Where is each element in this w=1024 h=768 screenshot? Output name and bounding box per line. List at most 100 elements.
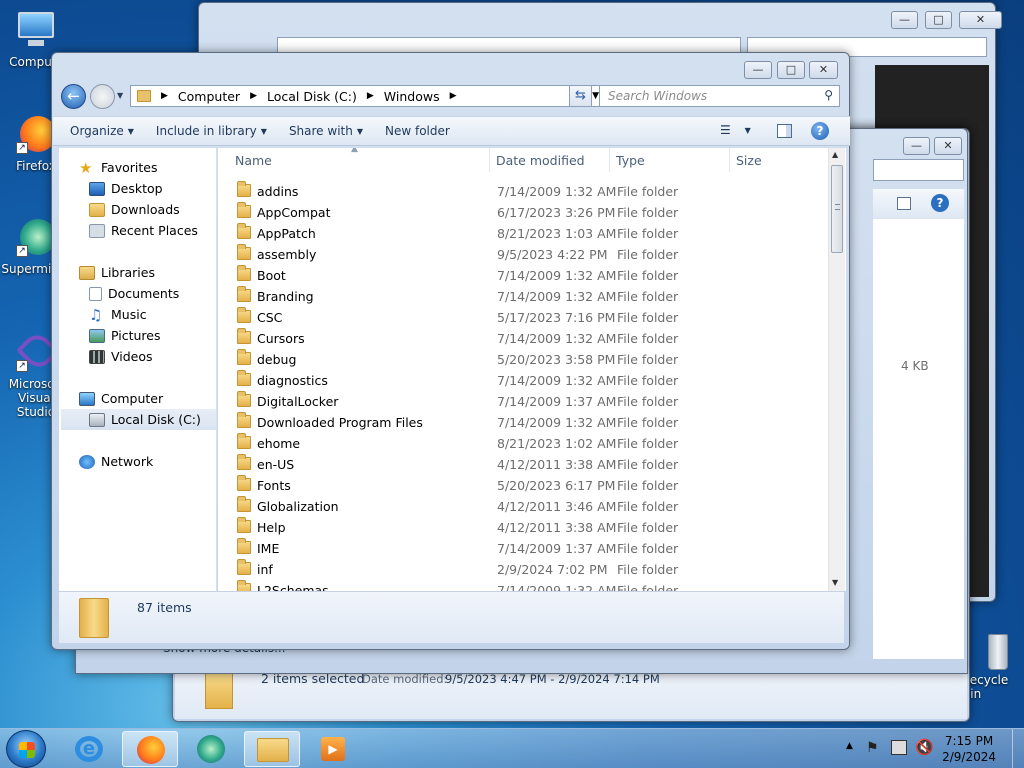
address-bar[interactable]: ▶ Computer ▶ Local Disk (C:) ▶ Windows ▶… bbox=[130, 85, 616, 107]
table-row[interactable]: ehome 8/21/2023 1:02 AM File folder bbox=[218, 433, 828, 454]
taskbar-internet-explorer[interactable]: e bbox=[61, 731, 117, 767]
taskbar-supermium[interactable] bbox=[183, 731, 239, 767]
scroll-down-icon[interactable]: ▼ bbox=[832, 578, 838, 587]
close-button[interactable]: ✕ bbox=[959, 11, 1002, 29]
table-row[interactable]: AppCompat 6/17/2023 3:26 PM File folder bbox=[218, 202, 828, 223]
preview-pane-button[interactable] bbox=[777, 124, 792, 138]
table-row[interactable]: Cursors 7/14/2009 1:32 AM File folder bbox=[218, 328, 828, 349]
nav-downloads-label: Downloads bbox=[111, 202, 180, 217]
column-name-label: Name bbox=[235, 152, 272, 168]
minimize-button[interactable]: — bbox=[744, 61, 772, 79]
close-button[interactable]: ✕ bbox=[934, 137, 962, 155]
table-row[interactable]: Boot 7/14/2009 1:32 AM File folder bbox=[218, 265, 828, 286]
table-row[interactable]: addins 7/14/2009 1:32 AM File folder bbox=[218, 181, 828, 202]
file-date-modified: 5/20/2023 6:17 PM bbox=[497, 478, 616, 493]
nav-local-disk[interactable]: Local Disk (C:) bbox=[61, 409, 216, 430]
folder-icon bbox=[237, 496, 251, 512]
column-header-name[interactable]: Name ▲ bbox=[218, 148, 490, 172]
table-row[interactable]: IME 7/14/2009 1:37 AM File folder bbox=[218, 538, 828, 559]
table-row[interactable]: Downloaded Program Files 7/14/2009 1:32 A… bbox=[218, 412, 828, 433]
share-with-button[interactable]: Share with ▼ bbox=[281, 124, 371, 138]
nav-favorites[interactable]: ★ Favorites bbox=[79, 157, 237, 178]
column-header-date-modified[interactable]: Date modified bbox=[491, 148, 610, 172]
clock[interactable]: 7:15 PM 2/9/2024 bbox=[942, 733, 996, 765]
include-in-library-button[interactable]: Include in library ▼ bbox=[148, 124, 275, 138]
nav-computer[interactable]: Computer bbox=[79, 388, 237, 409]
refresh-button[interactable]: ⇆ bbox=[569, 85, 592, 107]
new-folder-button[interactable]: New folder bbox=[377, 124, 458, 138]
maximize-button[interactable]: □ bbox=[777, 61, 805, 79]
table-row[interactable]: L2Schemas 7/14/2009 1:32 AM File folder bbox=[218, 580, 828, 591]
file-type: File folder bbox=[617, 541, 679, 556]
column-header-size[interactable]: Size bbox=[731, 148, 829, 172]
change-view-button[interactable]: ☰ ▼ bbox=[720, 123, 760, 141]
close-button[interactable]: ✕ bbox=[809, 61, 838, 79]
table-row[interactable]: inf 2/9/2024 7:02 PM File folder bbox=[218, 559, 828, 580]
preview-pane-icon[interactable] bbox=[897, 197, 911, 210]
shortcut-arrow-icon: ↗ bbox=[16, 360, 28, 372]
breadcrumb-computer[interactable]: Computer bbox=[178, 89, 240, 104]
column-header-type[interactable]: Type bbox=[611, 148, 730, 172]
file-date-modified: 5/20/2023 3:58 PM bbox=[497, 352, 616, 367]
forward-button[interactable] bbox=[90, 84, 115, 109]
network-tray-icon[interactable] bbox=[891, 740, 907, 755]
table-row[interactable]: DigitalLocker 7/14/2009 1:37 AM File folde… bbox=[218, 391, 828, 412]
table-row[interactable]: AppPatch 8/21/2023 1:03 AM File folder bbox=[218, 223, 828, 244]
file-date-modified: 5/17/2023 7:16 PM bbox=[497, 310, 616, 325]
table-row[interactable]: Globalization 4/12/2011 3:46 AM File folde… bbox=[218, 496, 828, 517]
nav-recent-places-label: Recent Places bbox=[111, 223, 198, 238]
search-input[interactable] bbox=[873, 159, 964, 181]
folder-icon bbox=[237, 391, 251, 407]
show-hidden-icons-button[interactable]: ▲ bbox=[846, 741, 853, 751]
table-row[interactable]: debug 5/20/2023 3:58 PM File folder bbox=[218, 349, 828, 370]
table-row[interactable]: Branding 7/14/2009 1:32 AM File folder bbox=[218, 286, 828, 307]
downloads-folder-icon bbox=[89, 202, 105, 217]
maximize-button[interactable]: □ bbox=[925, 11, 952, 29]
search-input[interactable]: Search Windows ⚲ bbox=[599, 85, 840, 107]
show-desktop-button[interactable] bbox=[1012, 729, 1024, 768]
help-icon[interactable]: ? bbox=[811, 122, 829, 140]
taskbar-media-player[interactable]: ▶ bbox=[305, 731, 361, 767]
vertical-scrollbar[interactable]: ▲ ▼ bbox=[828, 148, 845, 591]
taskbar-firefox[interactable] bbox=[122, 731, 178, 767]
action-center-flag-icon[interactable]: ⚑ bbox=[866, 740, 879, 756]
chevron-down-icon: ▼ bbox=[744, 126, 751, 135]
back-button[interactable]: ← bbox=[61, 84, 86, 109]
scroll-up-icon[interactable]: ▲ bbox=[832, 150, 838, 159]
folder-icon bbox=[237, 181, 251, 197]
volume-muted-icon[interactable]: 🔇 bbox=[915, 738, 934, 756]
nav-network[interactable]: Network bbox=[79, 451, 237, 472]
nav-network-label: Network bbox=[101, 454, 154, 469]
organize-button[interactable]: Organize ▼ bbox=[62, 124, 142, 138]
command-bar: ? bbox=[873, 189, 964, 219]
file-size: 4 KB bbox=[901, 359, 929, 373]
scroll-thumb[interactable] bbox=[831, 165, 843, 253]
table-row[interactable]: Fonts 5/20/2023 6:17 PM File folder bbox=[218, 475, 828, 496]
explorer-window[interactable]: — □ ✕ ← ▼ ▶ Computer ▶ Local Disk (C:) ▶… bbox=[51, 52, 850, 650]
table-row[interactable]: assembly 9/5/2023 4:22 PM File folder bbox=[218, 244, 828, 265]
nav-desktop-label: Desktop bbox=[111, 181, 163, 196]
file-type: File folder bbox=[617, 562, 679, 577]
table-row[interactable]: diagnostics 7/14/2009 1:32 AM File folder bbox=[218, 370, 828, 391]
organize-label: Organize bbox=[70, 124, 124, 138]
breadcrumb-local-disk[interactable]: Local Disk (C:) bbox=[267, 89, 357, 104]
table-row[interactable]: Help 4/12/2011 3:38 AM File folder bbox=[218, 517, 828, 538]
nav-libraries[interactable]: Libraries bbox=[79, 262, 237, 283]
nav-computer-label: Computer bbox=[101, 391, 164, 406]
minimize-button[interactable]: — bbox=[891, 11, 918, 29]
breadcrumb-windows[interactable]: Windows bbox=[384, 89, 440, 104]
help-icon[interactable]: ? bbox=[931, 194, 949, 212]
file-name: AppCompat bbox=[257, 205, 331, 220]
file-date-modified: 4/12/2011 3:46 AM bbox=[497, 499, 617, 514]
music-icon: ♫ bbox=[89, 305, 103, 324]
minimize-button[interactable]: — bbox=[903, 137, 930, 155]
table-row[interactable]: CSC 5/17/2023 7:16 PM File folder bbox=[218, 307, 828, 328]
address-dropdown-icon[interactable]: ▼ bbox=[592, 91, 599, 101]
file-name: addins bbox=[257, 184, 299, 199]
recent-pages-dropdown[interactable]: ▼ bbox=[117, 91, 123, 100]
table-row[interactable]: en-US 4/12/2011 3:38 AM File folder bbox=[218, 454, 828, 475]
file-date-modified: 2/9/2024 7:02 PM bbox=[497, 562, 608, 577]
file-type: File folder bbox=[617, 457, 679, 472]
start-button[interactable] bbox=[6, 730, 46, 768]
taskbar-windows-explorer[interactable] bbox=[244, 731, 300, 767]
